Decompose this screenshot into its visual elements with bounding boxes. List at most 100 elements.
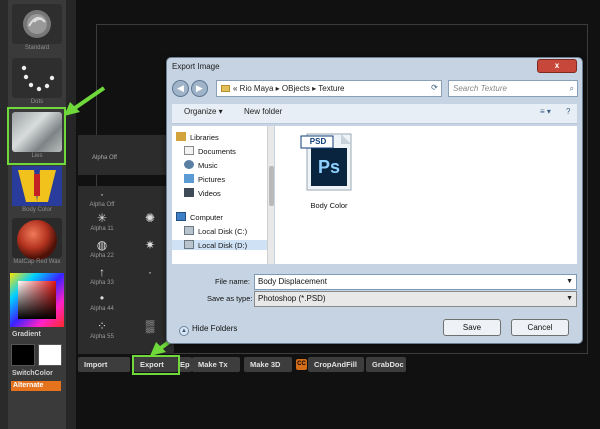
file-list: PSD Ps Body Color xyxy=(275,126,577,264)
panel-gutter xyxy=(66,0,76,429)
nav-item-label: Music xyxy=(198,161,218,170)
nav-item-local-disk-d[interactable]: Local Disk (D:) xyxy=(172,240,267,250)
nav-item-documents[interactable]: Documents xyxy=(184,146,236,156)
path-text: « Rio Maya ▸ OBjects ▸ Texture xyxy=(233,84,345,93)
new-folder-button[interactable]: New folder xyxy=(244,107,282,116)
alpha-cell-label: Alpha 55 xyxy=(90,334,114,340)
make-3d-button[interactable]: Make 3D xyxy=(244,357,292,372)
view-options-button[interactable]: ≡ ▾ xyxy=(540,107,551,116)
alpha-glyph: • xyxy=(99,291,105,305)
music-icon xyxy=(184,160,194,169)
tool-material[interactable]: MatCap Red Wax xyxy=(12,218,62,266)
search-placeholder: Search Texture xyxy=(453,84,507,93)
tool-label: Dots xyxy=(30,99,44,105)
photoshop-logo: Ps xyxy=(317,157,341,177)
nav-scrollbar[interactable] xyxy=(267,126,274,264)
file-item-body-color[interactable]: PSD Ps Body Color xyxy=(297,132,361,210)
switch-color-button[interactable]: SwitchColor xyxy=(12,370,53,377)
ep-button[interactable]: Ep xyxy=(178,357,192,372)
navigation-pane: Libraries Documents Music Pictures Video… xyxy=(172,126,274,264)
chevron-down-icon[interactable]: ▼ xyxy=(566,292,573,306)
tool-standard[interactable]: Standard xyxy=(12,4,62,52)
tool-label: MatCap Red Wax xyxy=(13,259,61,265)
color-picker[interactable] xyxy=(10,273,64,327)
back-button[interactable]: ◀ xyxy=(172,80,189,97)
file-name-input[interactable]: Body Displacement ▼ xyxy=(254,274,577,290)
dialog-title: Export Image xyxy=(172,62,220,71)
alpha-glyph: ◍ xyxy=(96,238,108,252)
alpha-off-label: Alpha Off xyxy=(92,155,117,161)
alpha-glyph: ✳ xyxy=(96,211,108,225)
red-sphere-material-icon xyxy=(12,218,62,260)
dialog-titlebar[interactable]: Export Image x xyxy=(167,58,582,78)
nav-item-local-disk-c[interactable]: Local Disk (C:) xyxy=(184,226,247,236)
left-edge-strip xyxy=(0,0,8,429)
help-button[interactable]: ? xyxy=(566,107,570,116)
save-button[interactable]: Save xyxy=(443,319,501,336)
drive-icon xyxy=(184,226,194,235)
cancel-button[interactable]: Cancel xyxy=(511,319,569,336)
nav-item-label: Pictures xyxy=(198,175,226,184)
nav-item-computer[interactable]: Computer xyxy=(176,212,223,222)
psd-badge: PSD xyxy=(309,137,327,146)
body-color-texture-icon xyxy=(12,166,62,206)
main-color-swatch[interactable] xyxy=(11,344,35,366)
dialog-toolbar: Organize ▾ New folder ≡ ▾ ? xyxy=(172,104,577,124)
refresh-icon[interactable]: ⟳ xyxy=(427,80,442,95)
folder-icon xyxy=(221,85,230,92)
nav-item-label: Videos xyxy=(198,189,221,198)
alpha-cell[interactable]: ⁘ Alpha 55 xyxy=(78,318,126,352)
highlight-export-button xyxy=(132,355,180,375)
nav-item-videos[interactable]: Videos xyxy=(184,188,221,198)
libraries-icon xyxy=(176,132,186,141)
file-name-label: File name: xyxy=(215,277,251,286)
tool-label: Standard xyxy=(24,45,50,51)
pictures-icon xyxy=(184,174,194,183)
secondary-color-swatch[interactable] xyxy=(38,344,62,366)
path-breadcrumb[interactable]: « Rio Maya ▸ OBjects ▸ Texture xyxy=(216,80,442,97)
forward-button[interactable]: ▶ xyxy=(191,80,208,97)
close-button[interactable]: x xyxy=(537,59,577,73)
documents-icon xyxy=(184,146,194,155)
nav-item-label: Libraries xyxy=(190,133,219,142)
chevron-up-icon: ▲ xyxy=(179,326,189,336)
cc-badge[interactable]: CC xyxy=(296,359,307,370)
save-as-type-select[interactable]: Photoshop (*.PSD) ▼ xyxy=(254,291,577,307)
highlight-alpha-tool xyxy=(7,107,66,165)
alpha-glyph: ⁘ xyxy=(96,319,108,333)
hide-folders-button[interactable]: ▲ Hide Folders xyxy=(179,324,237,336)
alpha-glyph: · xyxy=(100,187,104,201)
green-arrow-icon xyxy=(64,86,106,116)
tool-palette: Standard Dots Lies Body Color MatCap Red… xyxy=(8,0,66,429)
search-input[interactable]: Search Texture ⌕ xyxy=(448,80,578,97)
organize-button[interactable]: Organize ▾ xyxy=(184,107,223,116)
drive-icon xyxy=(184,240,194,249)
nav-item-label: Local Disk (D:) xyxy=(198,241,248,250)
texture-toolbar: Import Export Ep Make Tx Make 3D CC Crop… xyxy=(78,357,408,373)
nav-item-music[interactable]: Music xyxy=(184,160,218,170)
nav-item-libraries[interactable]: Libraries xyxy=(176,132,219,142)
tool-body-color[interactable]: Body Color xyxy=(12,166,62,214)
nav-item-label: Documents xyxy=(198,147,236,156)
file-item-label: Body Color xyxy=(310,201,348,210)
save-as-type-label: Save as type: xyxy=(207,294,253,303)
make-tx-button[interactable]: Make Tx xyxy=(192,357,240,372)
scroll-thumb[interactable] xyxy=(269,166,274,206)
crop-and-fill-button[interactable]: CropAndFill xyxy=(308,357,364,372)
alternate-button[interactable]: Alternate xyxy=(11,381,61,391)
alpha-cell-label: Alpha 44 xyxy=(90,306,114,312)
computer-icon xyxy=(176,212,186,221)
tool-dots[interactable]: Dots xyxy=(12,58,62,106)
hide-folders-label: Hide Folders xyxy=(192,324,238,333)
address-bar: ◀ ▶ « Rio Maya ▸ OBjects ▸ Texture ⟳ Sea… xyxy=(172,80,578,100)
videos-icon xyxy=(184,188,194,197)
gradient-label: Gradient xyxy=(12,331,41,338)
tool-label: Body Color xyxy=(22,207,52,213)
chevron-down-icon[interactable]: ▼ xyxy=(566,275,573,289)
save-as-type-value: Photoshop (*.PSD) xyxy=(258,294,326,303)
import-button[interactable]: Import xyxy=(78,357,130,372)
alpha-glyph: ↑ xyxy=(99,265,105,279)
grab-doc-button[interactable]: GrabDoc xyxy=(366,357,406,372)
nav-item-pictures[interactable]: Pictures xyxy=(184,174,225,184)
alpha-cell-label: Alpha 11 xyxy=(90,226,114,232)
